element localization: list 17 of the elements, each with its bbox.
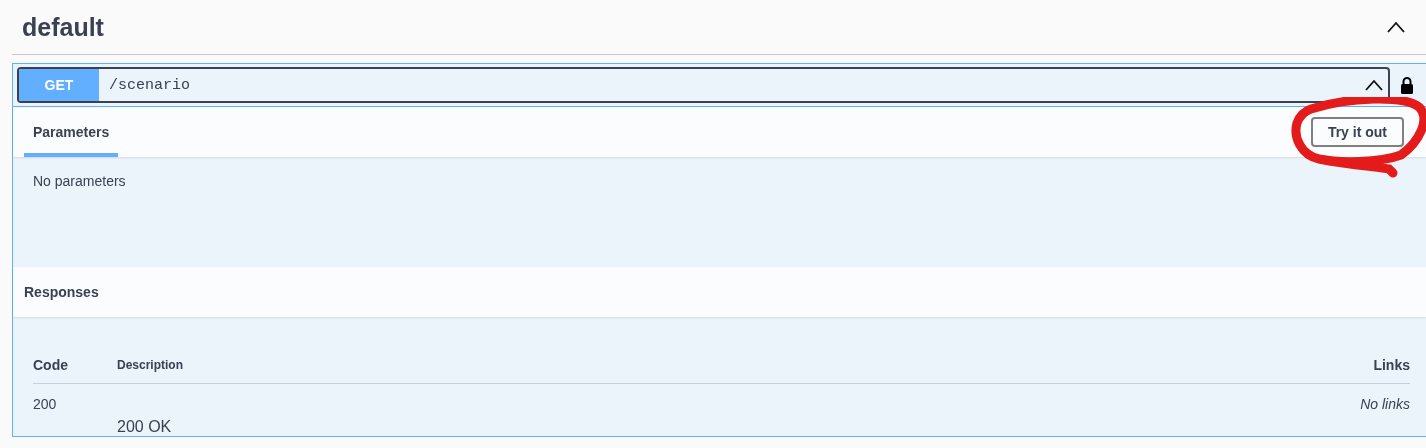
caret-icon[interactable]: [1386, 21, 1406, 33]
responses-title: Responses: [24, 284, 99, 300]
tab[interactable]: Parameters: [24, 107, 119, 157]
response-code: 200: [33, 396, 58, 414]
lock-icon[interactable]: [1400, 76, 1414, 94]
column-header: Description: [117, 358, 184, 372]
response-description: 200 OK: [117, 418, 173, 436]
caret-icon[interactable]: [1364, 79, 1384, 91]
column-header: Links: [1373, 357, 1410, 373]
try-it-out-button[interactable]: Try it out: [1310, 117, 1404, 147]
operation-summary[interactable]: GET /scenario: [17, 67, 1390, 103]
response-links: No links: [1360, 396, 1410, 414]
no-parameters-text: No parameters: [33, 173, 127, 189]
method-badge: GET: [19, 69, 99, 101]
endpoint-path: /scenario: [109, 76, 191, 94]
column-header: Code: [33, 357, 69, 373]
section-title: default: [22, 12, 104, 42]
